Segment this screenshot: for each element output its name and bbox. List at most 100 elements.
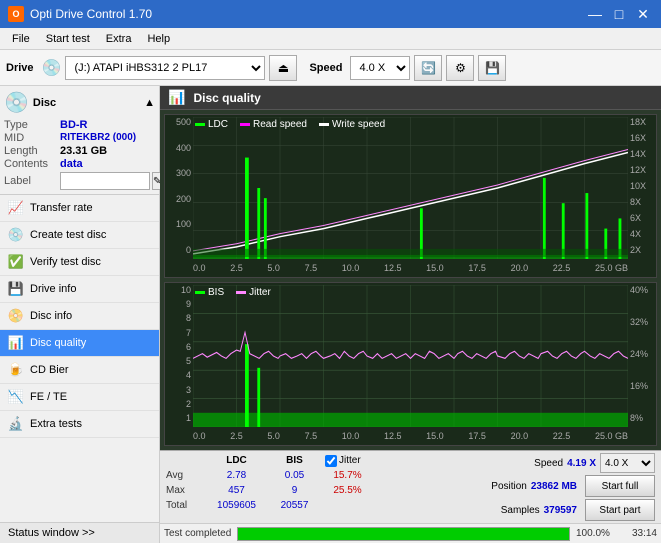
create-test-disc-icon: 💿 — [8, 227, 24, 243]
toolbar: Drive 💿 (J:) ATAPI iHBS312 2 PL17 ⏏ Spee… — [0, 50, 661, 86]
speed-row: Speed 4.19 X 4.0 X — [534, 453, 655, 473]
ldc-header: LDC — [209, 453, 264, 468]
window-controls[interactable]: — □ ✕ — [585, 4, 653, 24]
speed-value-stats: 4.19 X — [567, 458, 596, 469]
chart1-y-right: 18X 16X 14X 12X 10X 8X 6X 4X 2X — [628, 115, 656, 257]
status-text: Test completed — [164, 528, 231, 539]
chart1-legend: LDC Read speed Write speed — [195, 119, 385, 130]
app-title: Opti Drive Control 1.70 — [30, 7, 152, 21]
speed-select-stats[interactable]: 4.0 X — [600, 453, 655, 473]
total-label: Total — [166, 498, 201, 513]
legend-jitter: Jitter — [236, 287, 271, 298]
total-ldc: 1059605 — [209, 498, 264, 513]
transfer-rate-label: Transfer rate — [30, 202, 93, 214]
status-window-label: Status window >> — [8, 527, 95, 539]
verify-test-disc-icon: ✅ — [8, 254, 24, 270]
progress-bar-inner — [238, 528, 569, 540]
chart1-x-axis: 0.0 2.5 5.0 7.5 10.0 12.5 15.0 17.5 20.0… — [193, 259, 628, 277]
sidebar-item-cd-bier[interactable]: 🍺 CD Bier — [0, 357, 159, 384]
disc-info-icon: 📀 — [8, 308, 24, 324]
sidebar-item-verify-test-disc[interactable]: ✅ Verify test disc — [0, 249, 159, 276]
cd-bier-icon: 🍺 — [8, 362, 24, 378]
charts-area: LDC Read speed Write speed 500 400 300 — [160, 110, 661, 450]
legend-write-speed: Write speed — [319, 119, 385, 130]
jitter-checkbox[interactable] — [325, 455, 337, 467]
sidebar: 💿 Disc ▲ Type BD-R MID RITEKBR2 (000) Le… — [0, 86, 160, 543]
progress-bar-area: Test completed 100.0% 33:14 — [160, 523, 661, 543]
mid-value: RITEKBR2 (000) — [60, 132, 136, 144]
extra-tests-icon: 🔬 — [8, 416, 24, 432]
chart2-container: BIS Jitter 10 9 8 7 6 5 4 3 — [164, 282, 657, 446]
start-full-button[interactable]: Start full — [585, 475, 655, 497]
create-test-disc-label: Create test disc — [30, 229, 106, 241]
stats-right: Speed 4.19 X 4.0 X Position 23862 MB Sta… — [491, 453, 655, 521]
jitter-dot — [236, 291, 246, 294]
stats-table: LDC BIS Jitter Avg 2.78 0.05 15.7% Max — [166, 453, 491, 521]
menu-file[interactable]: File — [4, 31, 38, 47]
save-button[interactable]: 💾 — [478, 55, 506, 81]
settings-button[interactable]: ⚙ — [446, 55, 474, 81]
quality-title: Disc quality — [193, 91, 260, 105]
chart1-y-left: 500 400 300 200 100 0 — [165, 115, 193, 257]
bis-header: BIS — [272, 453, 317, 468]
nav-items: 📈 Transfer rate 💿 Create test disc ✅ Ver… — [0, 195, 159, 522]
write-speed-dot — [319, 123, 329, 126]
progress-percent: 100.0% — [576, 528, 616, 539]
quality-header: 📊 Disc quality — [160, 86, 661, 110]
chart2-y-right: 40% 32% 24% 16% 8% — [628, 283, 656, 425]
close-button[interactable]: ✕ — [633, 4, 653, 24]
legend-ldc: LDC — [195, 119, 228, 130]
minimize-button[interactable]: — — [585, 4, 605, 24]
sidebar-item-extra-tests[interactable]: 🔬 Extra tests — [0, 411, 159, 438]
chart1-container: LDC Read speed Write speed 500 400 300 — [164, 114, 657, 278]
sidebar-item-create-test-disc[interactable]: 💿 Create test disc — [0, 222, 159, 249]
disc-section-title: Disc — [33, 97, 56, 109]
status-window-bar[interactable]: Status window >> — [0, 522, 159, 543]
jitter-checkbox-group[interactable]: Jitter — [325, 453, 361, 468]
max-label: Max — [166, 483, 201, 498]
drive-label: Drive — [6, 62, 34, 74]
maximize-button[interactable]: □ — [609, 4, 629, 24]
speed-select[interactable]: 4.0 X — [350, 56, 410, 80]
legend-bis: BIS — [195, 287, 224, 298]
stats-avg-row: Avg 2.78 0.05 15.7% — [166, 468, 491, 483]
eject-button[interactable]: ⏏ — [269, 55, 297, 81]
disc-quality-label: Disc quality — [30, 337, 86, 349]
total-bis: 20557 — [272, 498, 317, 513]
length-key: Length — [4, 145, 60, 157]
drive-info-label: Drive info — [30, 283, 76, 295]
sidebar-item-disc-quality[interactable]: 📊 Disc quality — [0, 330, 159, 357]
contents-key: Contents — [4, 158, 60, 170]
mid-key: MID — [4, 132, 60, 144]
sidebar-item-transfer-rate[interactable]: 📈 Transfer rate — [0, 195, 159, 222]
sidebar-item-disc-info[interactable]: 📀 Disc info — [0, 303, 159, 330]
label-input[interactable] — [60, 172, 150, 190]
disc-info-label: Disc info — [30, 310, 72, 322]
menu-help[interactable]: Help — [139, 31, 178, 47]
length-value: 23.31 GB — [60, 145, 107, 157]
jitter-header: Jitter — [339, 453, 361, 468]
menu-start-test[interactable]: Start test — [38, 31, 98, 47]
stats-max-row: Max 457 9 25.5% — [166, 483, 491, 498]
fe-te-icon: 📉 — [8, 389, 24, 405]
disc-expand-icon[interactable]: ▲ — [144, 97, 155, 109]
read-speed-dot — [240, 123, 250, 126]
start-part-button[interactable]: Start part — [585, 499, 655, 521]
label-key: Label — [4, 175, 60, 187]
type-key: Type — [4, 119, 60, 131]
avg-label: Avg — [166, 468, 201, 483]
legend-read-speed: Read speed — [240, 119, 307, 130]
fe-te-label: FE / TE — [30, 391, 67, 403]
drive-icon: 💿 — [42, 58, 62, 78]
sidebar-item-fe-te[interactable]: 📉 FE / TE — [0, 384, 159, 411]
drive-select[interactable]: (J:) ATAPI iHBS312 2 PL17 — [65, 56, 265, 80]
max-jitter: 25.5% — [325, 483, 370, 498]
progress-bar-outer — [237, 527, 570, 541]
refresh-button[interactable]: 🔄 — [414, 55, 442, 81]
avg-bis: 0.05 — [272, 468, 317, 483]
sidebar-item-drive-info[interactable]: 💾 Drive info — [0, 276, 159, 303]
chart2-x-axis: 0.0 2.5 5.0 7.5 10.0 12.5 15.0 17.5 20.0… — [193, 427, 628, 445]
progress-time: 33:14 — [622, 528, 657, 539]
stats-total-row: Total 1059605 20557 — [166, 498, 491, 513]
menu-extra[interactable]: Extra — [98, 31, 140, 47]
